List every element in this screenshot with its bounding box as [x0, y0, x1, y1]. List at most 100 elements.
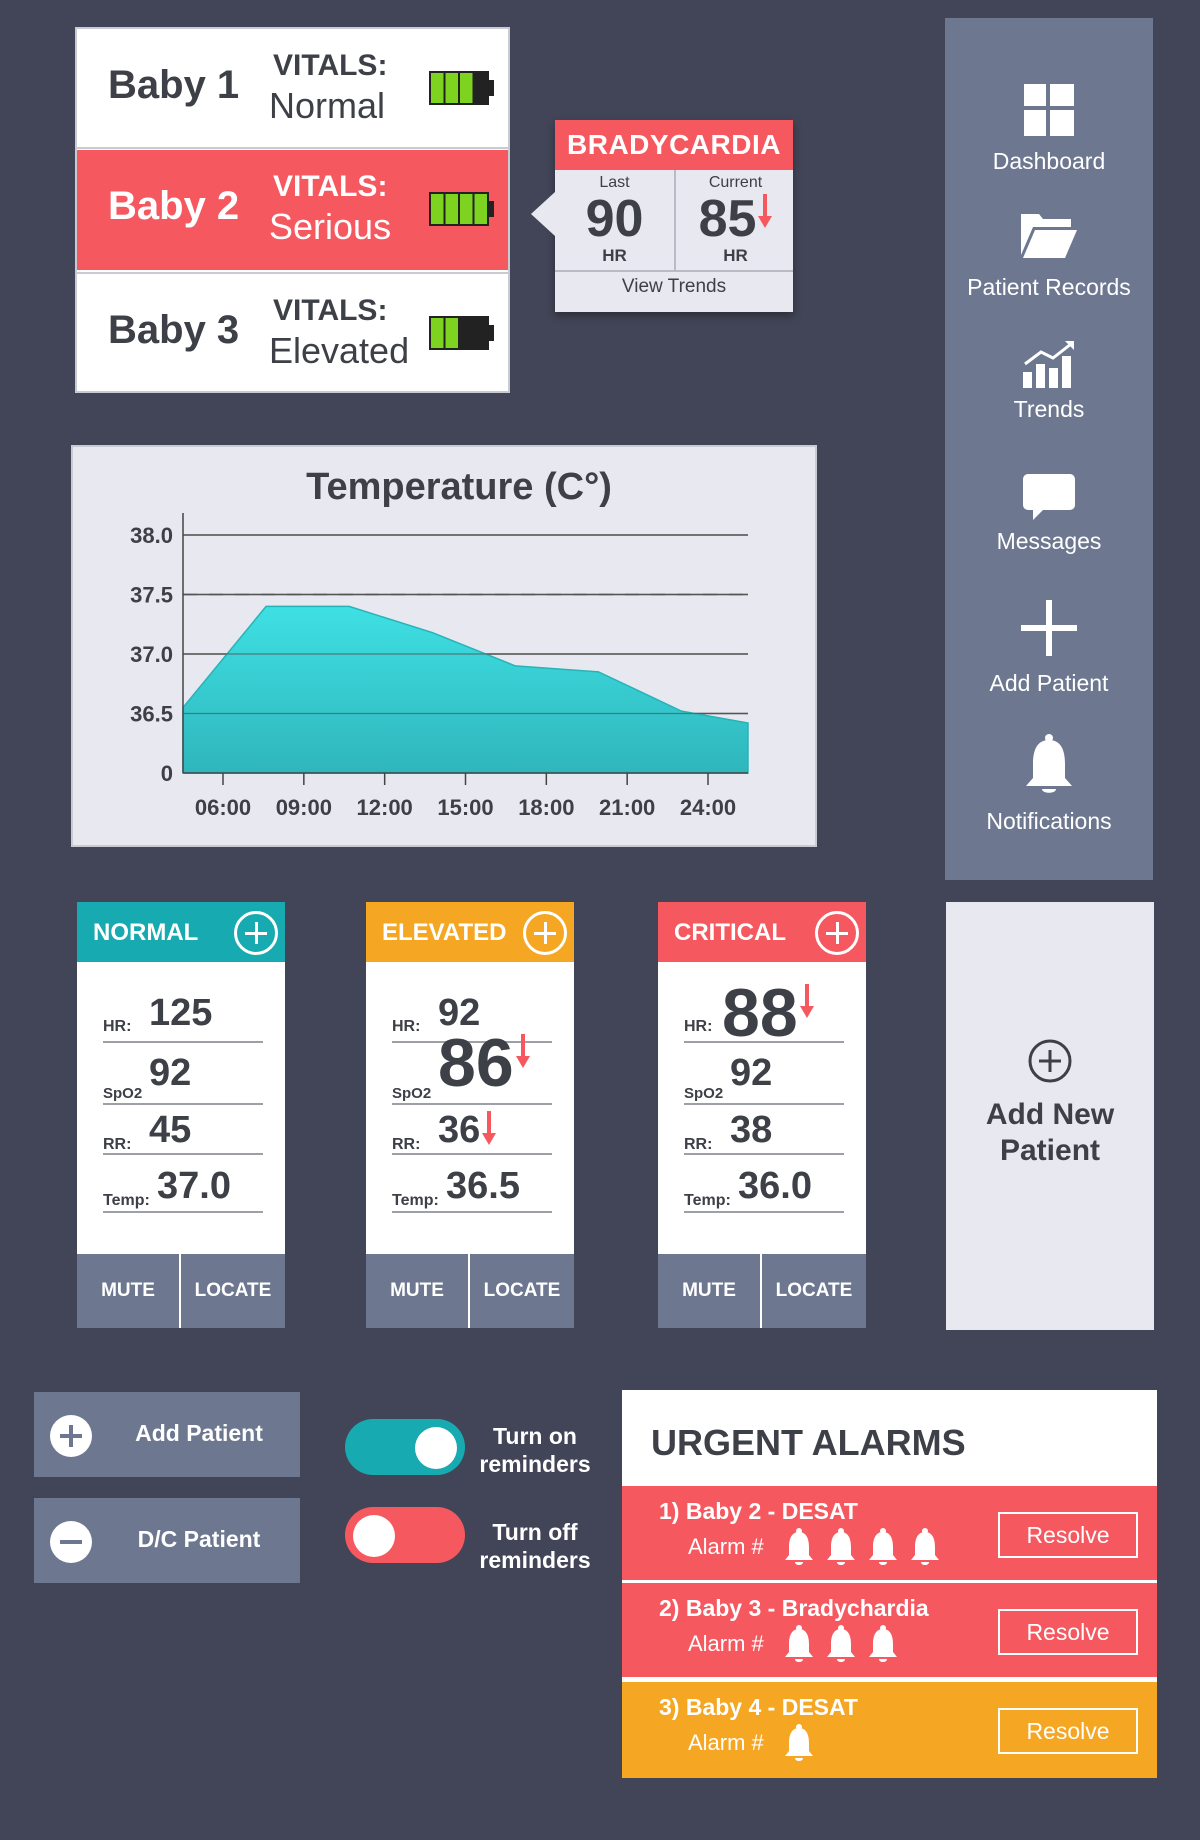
- vital-underline: [392, 1153, 552, 1155]
- card-footer: MUTE LOCATE: [366, 1254, 574, 1328]
- battery-cell: [431, 73, 444, 103]
- vital-number: 92: [149, 1052, 192, 1094]
- add-circle-icon: [50, 1415, 92, 1457]
- resolve-button[interactable]: Resolve: [998, 1609, 1138, 1655]
- current-unit: HR: [723, 246, 748, 265]
- resolve-button[interactable]: Resolve: [998, 1708, 1138, 1754]
- nav-patient-records[interactable]: Patient Records: [945, 208, 1153, 301]
- add-new-line1: Add New: [985, 1098, 1115, 1131]
- alarm-bells: [784, 1724, 826, 1764]
- mute-button[interactable]: MUTE: [658, 1254, 760, 1328]
- locate-button[interactable]: LOCATE: [470, 1254, 574, 1328]
- minus-circle-icon: [50, 1521, 92, 1563]
- card-status: CRITICAL: [674, 919, 786, 946]
- resolve-button[interactable]: Resolve: [998, 1512, 1138, 1558]
- alarm-bell-icon: [785, 1528, 813, 1565]
- vital-underline: [684, 1153, 844, 1155]
- battery-cell: [445, 318, 458, 348]
- add-circle-icon[interactable]: [523, 911, 567, 955]
- add-circle-icon[interactable]: [815, 911, 859, 955]
- vital-number: 37.0: [157, 1165, 231, 1207]
- vital-card-critical: CRITICAL HR: 88 SpO2 92 RR: 38 Temp: 36.0 MUTE LOC…: [658, 902, 866, 1328]
- locate-button[interactable]: LOCATE: [181, 1254, 285, 1328]
- urgent-alarms-panel: URGENT ALARMS 1) Baby 2 - DESAT Alarm # Re…: [622, 1390, 1157, 1778]
- reminders-on-toggle[interactable]: [345, 1419, 465, 1475]
- reminders-off-toggle[interactable]: [345, 1507, 465, 1563]
- dc-patient-label: D/C Patient: [137, 1526, 261, 1552]
- vital-value-rr: 36: [438, 1109, 497, 1152]
- vital-label: Temp:: [392, 1192, 439, 1209]
- mute-button[interactable]: MUTE: [77, 1254, 179, 1328]
- popup-pointer: [531, 192, 555, 236]
- vital-number: 36: [438, 1109, 481, 1151]
- x-tick-label: 15:00: [437, 795, 493, 820]
- x-tick-label: 24:00: [680, 795, 736, 820]
- patient-row-baby-2[interactable]: Baby 2 VITALS: Serious: [77, 150, 508, 270]
- vital-value-rr: 38: [730, 1109, 772, 1152]
- alarm-bell-icon: [785, 1724, 813, 1761]
- nav-notifications[interactable]: Notifications: [945, 734, 1153, 835]
- battery-cell: [445, 73, 458, 103]
- popup-divider: [555, 270, 793, 272]
- battery-cell: [460, 318, 473, 348]
- add-patient-button[interactable]: Add Patient: [34, 1392, 300, 1477]
- y-tick-label: 36.5: [130, 702, 173, 727]
- vital-label: HR:: [684, 1018, 713, 1035]
- vital-card-elevated: ELEVATED HR: 92 SpO2 86 RR: 36 Temp: 36.5 MUTE LOC…: [366, 902, 574, 1328]
- toggle-label-line1: Turn on: [493, 1423, 577, 1449]
- alarm-row: 3) Baby 4 - DESAT Alarm # Resolve: [622, 1682, 1157, 1778]
- card-header: ELEVATED: [366, 902, 574, 962]
- y-tick-label: 37.5: [130, 583, 173, 608]
- turn-on-reminders-label: Turn on reminders: [472, 1422, 598, 1478]
- vital-label: HR:: [392, 1018, 421, 1035]
- patient-row-baby-3[interactable]: Baby 3 VITALS: Elevated: [77, 272, 508, 392]
- x-tick-label: 06:00: [195, 795, 251, 820]
- toggle-knob: [353, 1515, 395, 1557]
- turn-off-reminders-label: Turn off reminders: [472, 1518, 598, 1574]
- view-trends-link[interactable]: View Trends: [555, 276, 793, 298]
- locate-button[interactable]: LOCATE: [762, 1254, 866, 1328]
- nav-trends[interactable]: Trends: [945, 338, 1153, 423]
- battery-cell: [431, 318, 444, 348]
- down-arrow-icon: [482, 1109, 497, 1147]
- nav-messages[interactable]: Messages: [945, 474, 1153, 555]
- toggle-label-line1: Turn off: [492, 1519, 578, 1545]
- battery-cell: [460, 73, 473, 103]
- nav-label: Trends: [1013, 396, 1085, 422]
- battery-icon: [429, 316, 494, 350]
- vital-label: RR:: [392, 1136, 421, 1153]
- card-header: CRITICAL: [658, 902, 866, 962]
- bell-icon: [1026, 734, 1072, 793]
- x-tick-label: 21:00: [599, 795, 655, 820]
- y-tick-label: 37.0: [130, 642, 173, 667]
- sidebar: Dashboard Patient Records Trends Message…: [945, 18, 1153, 880]
- card-footer: MUTE LOCATE: [77, 1254, 285, 1328]
- temperature-area: [182, 605, 749, 774]
- alarm-bell-icon: [869, 1625, 897, 1662]
- vital-value-temp: 37.0: [157, 1165, 231, 1208]
- dc-patient-button[interactable]: D/C Patient: [34, 1498, 300, 1583]
- patient-row-baby-1[interactable]: Baby 1 VITALS: Normal: [77, 29, 508, 149]
- add-circle-icon[interactable]: [234, 911, 278, 955]
- vital-underline: [684, 1211, 844, 1213]
- last-value: 90: [585, 190, 644, 248]
- alarm-row: 1) Baby 2 - DESAT Alarm # Resolve: [622, 1486, 1157, 1582]
- alarm-bells: [784, 1625, 910, 1665]
- add-new-patient-card[interactable]: Add New Patient: [946, 902, 1154, 1330]
- current-value-wrap: 85: [676, 192, 795, 246]
- vital-underline: [103, 1153, 263, 1155]
- mute-button[interactable]: MUTE: [366, 1254, 468, 1328]
- vitals-label: VITALS:: [273, 170, 388, 203]
- card-status: ELEVATED: [382, 919, 507, 946]
- vitals-status: Serious: [269, 206, 392, 247]
- x-tick-label: 09:00: [276, 795, 332, 820]
- down-arrow-icon: [758, 192, 773, 230]
- popup-title: BRADYCARDIA: [555, 120, 793, 170]
- nav-add-patient[interactable]: Add Patient: [945, 600, 1153, 697]
- vital-label: RR:: [684, 1136, 713, 1153]
- vital-label: SpO2: [392, 1085, 432, 1102]
- temperature-chart-svg: Temperature (C°) 0 36.5 37.0 37.5 38.0 06:00 0…: [130, 466, 749, 820]
- nav-dashboard[interactable]: Dashboard: [945, 84, 1153, 175]
- vital-underline: [392, 1211, 552, 1213]
- alarm-bells: [784, 1528, 952, 1568]
